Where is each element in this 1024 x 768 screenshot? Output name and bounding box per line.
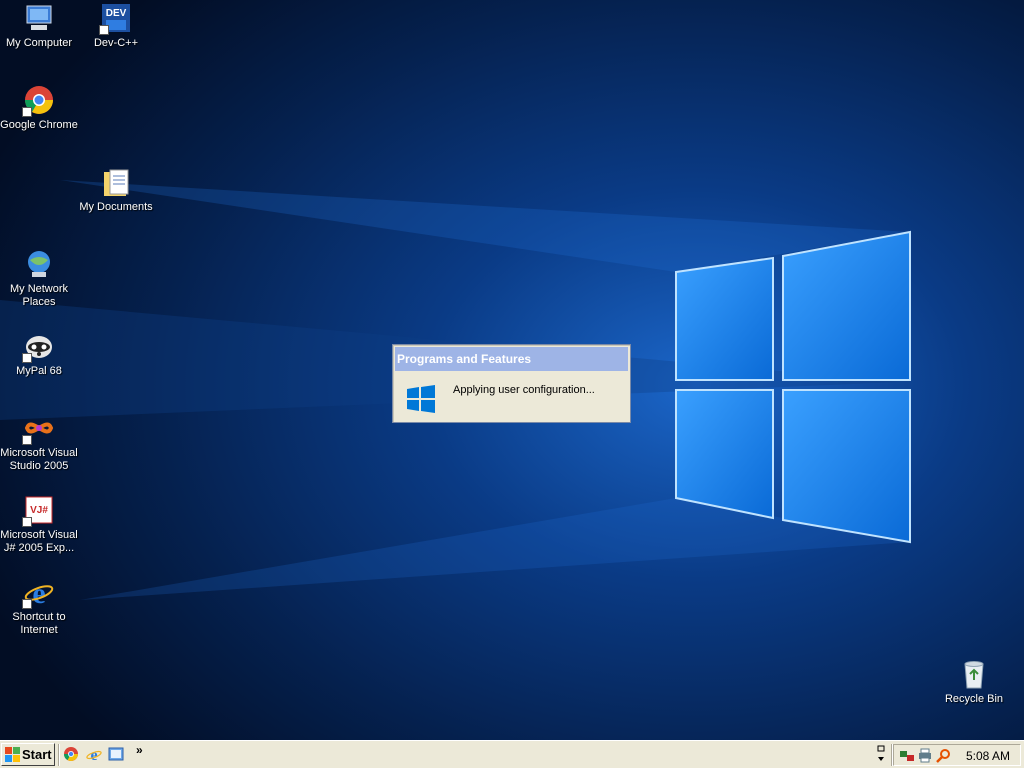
quicklaunch-internet-explorer-icon[interactable]: e	[86, 746, 102, 764]
visual-jsharp-icon: VJ#	[22, 494, 55, 527]
recycle-bin-icon	[958, 658, 990, 690]
visual-studio-icon	[22, 412, 55, 445]
svg-text:e: e	[90, 747, 97, 762]
windows-logo-icon	[405, 383, 437, 415]
my-documents-icon	[100, 166, 132, 198]
desktop-icon-my-network-places[interactable]: My Network Places	[0, 248, 78, 309]
desktop-icon-label: Microsoft Visual Studio 2005	[0, 447, 78, 472]
taskbar: Start e » 5:08 AM	[0, 740, 1024, 768]
desktop-icon-visual-jsharp-2005[interactable]: VJ# Microsoft Visual J# 2005 Exp...	[0, 494, 78, 555]
jsharp-badge-text: VJ#	[30, 505, 48, 516]
desktop-icon-google-chrome[interactable]: Google Chrome	[0, 84, 78, 132]
desktop-icon-label: My Documents	[79, 201, 153, 213]
desktop-icon-mypal[interactable]: MyPal 68	[0, 330, 78, 378]
desktop-icon-label: My Network Places	[9, 283, 69, 308]
printer-icon[interactable]	[917, 748, 933, 764]
system-tray: 5:08 AM	[893, 744, 1021, 766]
dialog-message: Applying user configuration...	[453, 384, 595, 396]
devcpp-icon: DEV	[99, 2, 132, 35]
search-icon[interactable]	[935, 748, 951, 764]
shortcut-arrow-icon	[22, 599, 32, 609]
devcpp-badge-text: DEV	[106, 8, 127, 19]
network-places-icon	[23, 248, 55, 280]
start-label: Start	[22, 747, 52, 762]
chrome-icon	[22, 84, 55, 117]
quicklaunch-outlook-express-icon[interactable]	[108, 746, 124, 762]
shortcut-arrow-icon	[22, 435, 32, 445]
show-hidden-icons-button[interactable]	[876, 744, 888, 764]
start-button[interactable]: Start	[1, 743, 55, 766]
internet-explorer-icon: e	[22, 576, 55, 610]
quicklaunch-more-button[interactable]: »	[136, 743, 143, 757]
programs-and-features-dialog[interactable]: Programs and Features Applying user conf…	[392, 344, 631, 423]
shortcut-arrow-icon	[22, 517, 32, 527]
mypal-icon	[22, 330, 55, 363]
desktop-icon-recycle-bin[interactable]: Recycle Bin	[935, 658, 1013, 706]
desktop-icon-my-documents[interactable]: My Documents	[77, 166, 155, 214]
quicklaunch-chrome-icon[interactable]	[63, 746, 79, 762]
my-computer-icon	[23, 2, 55, 34]
desktop-icon-label: Recycle Bin	[944, 693, 1004, 705]
desktop-icon-label: My Computer	[5, 37, 73, 49]
desktop-icon-label: Shortcut to Internet	[12, 611, 66, 636]
dialog-title[interactable]: Programs and Features	[395, 347, 628, 371]
shortcut-arrow-icon	[99, 25, 109, 35]
desktop-icon-my-computer[interactable]: My Computer	[0, 2, 78, 50]
desktop-icon-devcpp[interactable]: DEV Dev-C++	[77, 2, 155, 50]
clock[interactable]: 5:08 AM	[966, 749, 1010, 763]
desktop-icon-label: Dev-C++	[93, 37, 139, 49]
desktop-icon-label: Microsoft Visual J# 2005 Exp...	[0, 529, 78, 554]
desktop-icon-visual-studio-2005[interactable]: Microsoft Visual Studio 2005	[0, 412, 78, 473]
desktop-icon-label: MyPal 68	[16, 365, 62, 377]
desktop-icon-label: Google Chrome	[0, 119, 78, 131]
shortcut-arrow-icon	[22, 353, 32, 363]
desktop-icon-shortcut-to-internet[interactable]: e Shortcut to Internet	[0, 576, 78, 637]
svg-text:e: e	[32, 577, 45, 608]
windows-flag-icon	[5, 747, 20, 762]
taskbar-separator	[58, 744, 60, 766]
network-icon[interactable]	[899, 748, 915, 764]
shortcut-arrow-icon	[22, 107, 32, 117]
